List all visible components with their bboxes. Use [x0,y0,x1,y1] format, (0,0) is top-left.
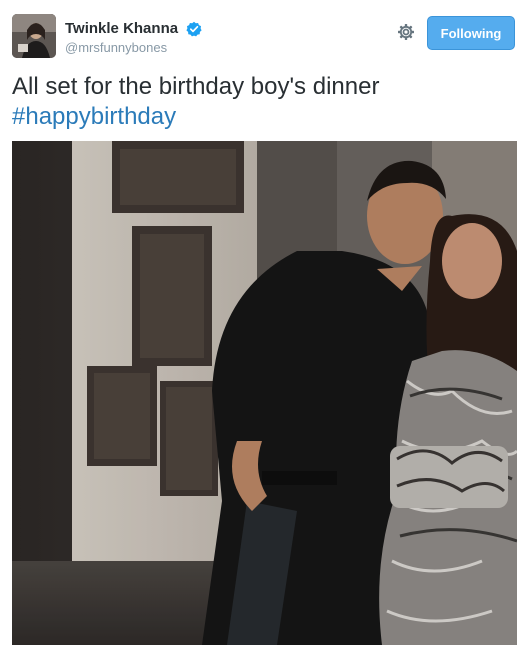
gear-icon[interactable] [397,23,415,41]
display-name[interactable]: Twinkle Khanna [65,20,178,38]
hashtag-link[interactable]: #happybirthday [12,102,517,132]
tweet-card: Twinkle Khanna @mrsfunnybones Following … [0,0,529,657]
name-block: Twinkle Khanna @mrsfunnybones [65,20,202,56]
verified-badge-icon [185,21,202,37]
avatar[interactable] [12,14,56,58]
tweet-header: Twinkle Khanna @mrsfunnybones Following [12,14,517,62]
user-handle[interactable]: @mrsfunnybones [65,40,202,56]
tweet-body: All set for the birthday boy's dinner [12,73,380,100]
tweet-text: All set for the birthday boy's dinner #h… [12,72,517,132]
following-button[interactable]: Following [427,16,515,50]
tweet-photo[interactable] [12,141,517,645]
